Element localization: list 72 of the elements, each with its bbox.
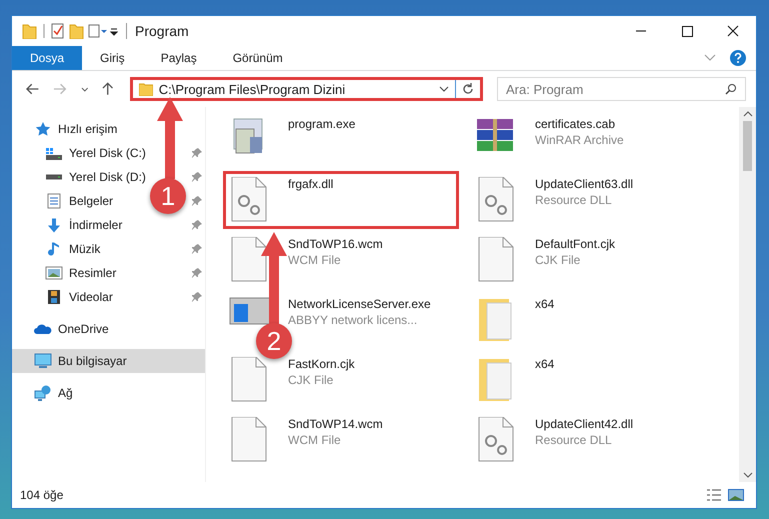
film-icon (48, 290, 60, 304)
ribbon-tab[interactable]: Giriş (82, 46, 143, 70)
ribbon-tab[interactable]: Paylaş (142, 46, 215, 70)
music-note-icon (48, 242, 60, 256)
file-name: UpdateClient63.dll (535, 177, 634, 191)
pin-icon[interactable] (192, 268, 202, 278)
file-type: WCM File (288, 433, 342, 447)
sidebar-item[interactable]: OneDrive (12, 317, 205, 341)
file-name: x64 (535, 297, 554, 311)
chevron-up-icon[interactable] (742, 111, 752, 117)
file-type: CJK File (535, 253, 582, 267)
help-icon[interactable] (730, 50, 746, 66)
monitor-icon (34, 353, 52, 369)
up-arrow-icon[interactable] (102, 82, 114, 96)
window-icon[interactable] (228, 297, 272, 325)
file-type: CJK File (288, 373, 334, 387)
quick-access-toolbar-icon[interactable] (22, 23, 118, 39)
sidebar-item[interactable]: Ağ (12, 381, 205, 405)
file-name: certificates.cab (535, 117, 616, 131)
pin-icon[interactable] (192, 244, 202, 254)
sidebar-item[interactable]: Yerel Disk (C:) (12, 141, 146, 165)
pin-icon[interactable] (192, 172, 202, 182)
search-icon (725, 83, 737, 95)
sidebar-item[interactable]: Bu bilgisayar (12, 349, 205, 373)
file-name: x64 (535, 357, 554, 371)
down-arrow-icon (47, 218, 61, 232)
details-view-icon[interactable] (706, 489, 722, 501)
network-icon (34, 385, 52, 401)
picture-icon (45, 266, 63, 280)
window-title: Program (135, 23, 189, 39)
pin-icon[interactable] (192, 220, 202, 230)
sidebar-item[interactable]: Müzik (12, 237, 100, 261)
ribbon-tab[interactable]: Görünüm (214, 46, 301, 70)
sidebar-item[interactable]: Videolar (12, 285, 113, 309)
address-bar[interactable]: C:\Program Files\Program Dizini (130, 77, 483, 101)
scrollbar[interactable] (739, 107, 756, 482)
file-name: DefaultFont.cjk (535, 237, 616, 251)
star-icon (34, 121, 52, 137)
pin-icon[interactable] (192, 292, 202, 302)
sidebar-item[interactable]: İndirmeler (12, 213, 122, 237)
forward-arrow-icon[interactable] (53, 83, 67, 95)
pin-icon[interactable] (192, 148, 202, 158)
item-count: 104 öğe (20, 488, 64, 502)
large-icons-view-icon[interactable] (728, 489, 744, 501)
document-icon (47, 193, 61, 209)
search-field[interactable]: Ara: Program (497, 77, 746, 101)
scrollbar-thumb[interactable] (743, 121, 752, 171)
file-type: Resource DLL (535, 433, 613, 447)
sidebar-item[interactable]: Hızlı erişim (12, 117, 205, 141)
chevron-down-icon[interactable] (742, 472, 752, 478)
drive-icon (45, 174, 63, 180)
drive-icon (45, 146, 63, 160)
chevron-down-icon[interactable] (439, 86, 449, 92)
file-type: Resource DLL (535, 193, 613, 207)
chevron-down-icon[interactable] (80, 86, 88, 92)
folder-icon (138, 82, 153, 96)
ribbon-tab[interactable]: Dosya (12, 46, 82, 70)
file-name: SndToWP14.wcm (288, 417, 383, 431)
sidebar-item[interactable]: Resimler (12, 261, 116, 285)
file-name: NetworkLicenseServer.exe (288, 297, 431, 311)
file-name: UpdateClient42.dll (535, 417, 634, 431)
sidebar-item[interactable]: Yerel Disk (D:) (12, 165, 146, 189)
file-type: WCM File (288, 253, 342, 267)
file-name: FastKorn.cjk (288, 357, 355, 371)
file-type: WinRAR Archive (535, 133, 624, 147)
back-arrow-icon[interactable] (26, 83, 40, 95)
file-name: program.exe (288, 117, 356, 131)
file-name: SndToWP16.wcm (288, 237, 383, 251)
refresh-icon[interactable] (462, 83, 474, 95)
file-name: frgafx.dll (288, 177, 334, 191)
sidebar-item[interactable]: Belgeler (12, 189, 114, 213)
pin-icon[interactable] (192, 196, 202, 206)
